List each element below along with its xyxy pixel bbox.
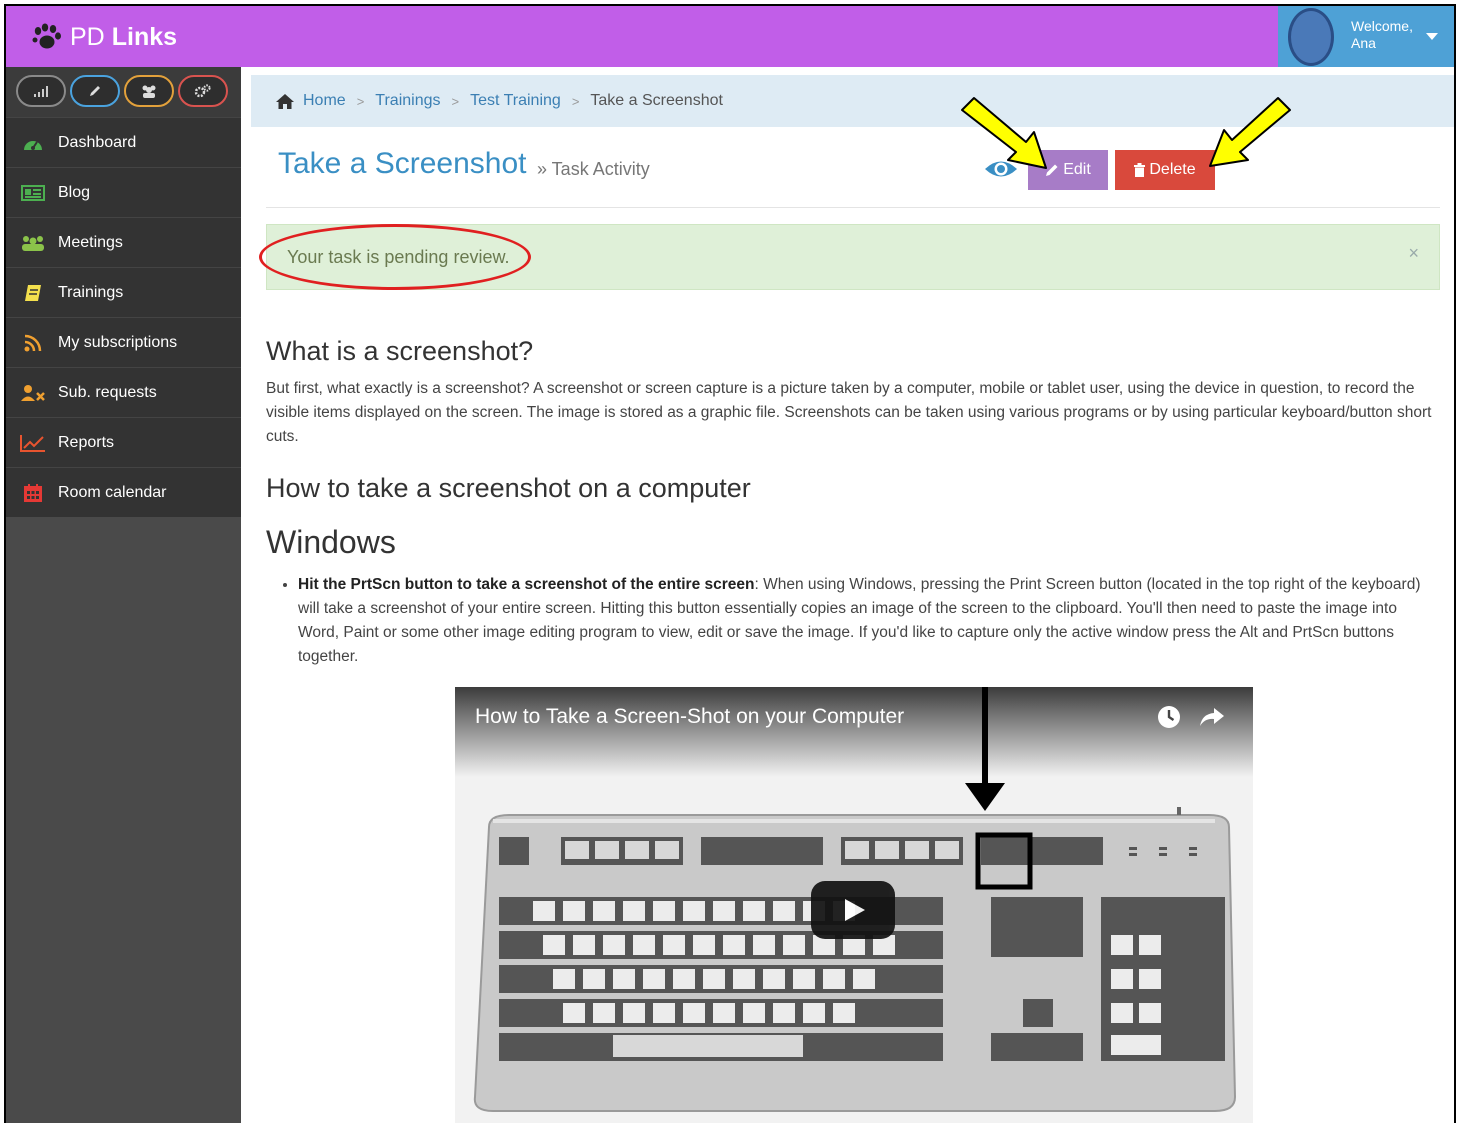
heading-how-to: How to take a screenshot on a computer [266, 473, 751, 503]
paw-icon [32, 23, 61, 49]
list-item-bold: Hit the PrtScn button to take a screensh… [298, 576, 755, 593]
sidebar-item-label: Meetings [58, 233, 123, 251]
edit-button-label: Edit [1063, 161, 1091, 178]
arrow-down-icon [965, 687, 1005, 811]
play-icon [845, 899, 865, 921]
shortcut-settings-button[interactable] [178, 75, 228, 107]
annotation-arrow-delete [1209, 97, 1291, 167]
video-title-overlay [455, 687, 1253, 777]
page-subtitle: » Task Activity [537, 159, 650, 179]
line-chart-icon [20, 433, 46, 453]
video-title[interactable]: How to Take a Screen-Shot on your Comput… [475, 705, 904, 729]
close-icon[interactable]: × [1408, 243, 1419, 264]
chevron-right-icon: > [356, 93, 365, 109]
welcome-text: Welcome, Ana [1351, 18, 1413, 52]
delete-button[interactable]: Delete [1115, 150, 1215, 190]
user-name: Ana [1351, 35, 1376, 51]
heading-windows: Windows [266, 524, 396, 560]
sidebar-item-meetings[interactable]: Meetings [6, 217, 241, 267]
video-player[interactable]: How to Take a Screen-Shot on your Comput… [455, 687, 1253, 1123]
shortcut-write-button[interactable] [70, 75, 120, 107]
sidebar-item-label: Room calendar [58, 483, 167, 501]
instruction-list: Hit the PrtScn button to take a screensh… [266, 573, 1441, 669]
sidebar: Dashboard Blog Meetings Trainings My sub… [6, 67, 241, 1123]
sidebar-item-sub-requests[interactable]: Sub. requests [6, 367, 241, 417]
shortcut-groups-button[interactable] [124, 75, 174, 107]
app-window: PD Links Welcome, Ana Dashboard Blog Mee… [4, 4, 1456, 1123]
sidebar-item-my-subscriptions[interactable]: My subscriptions [6, 317, 241, 367]
sidebar-item-label: Reports [58, 433, 115, 451]
breadcrumb-test-training[interactable]: Test Training [470, 92, 561, 110]
gears-icon [194, 84, 211, 98]
home-icon [276, 93, 294, 109]
delete-button-label: Delete [1149, 161, 1196, 178]
sidebar-item-label: Blog [58, 183, 91, 201]
header-divider [266, 207, 1440, 208]
paragraph-what-is-screenshot: But first, what exactly is a screenshot?… [266, 380, 1432, 445]
annotation-circle [259, 224, 531, 290]
top-navbar: PD Links Welcome, Ana [6, 6, 1454, 67]
share-icon[interactable] [1199, 707, 1225, 727]
brand-prefix: PD [70, 22, 105, 51]
brand-logo[interactable]: PD Links [32, 20, 177, 54]
play-button[interactable] [811, 881, 895, 939]
list-item: Hit the PrtScn button to take a screensh… [298, 573, 1441, 669]
sidebar-item-trainings[interactable]: Trainings [6, 267, 241, 317]
group-icon [142, 85, 156, 98]
sidebar-item-room-calendar[interactable]: Room calendar [6, 467, 241, 517]
group-icon [20, 233, 46, 253]
annotation-arrow-edit [961, 97, 1047, 169]
user-menu[interactable]: Welcome, Ana [1278, 6, 1454, 67]
heading-what-is-screenshot: What is a screenshot? [266, 336, 534, 366]
brand-name: Links [111, 22, 178, 51]
calendar-icon [20, 483, 46, 503]
shortcut-stats-button[interactable] [16, 75, 66, 107]
welcome-label: Welcome, [1351, 18, 1413, 34]
trash-icon [1134, 163, 1146, 177]
pencil-icon [90, 86, 100, 96]
caret-down-icon[interactable] [1426, 33, 1438, 40]
sidebar-item-label: Sub. requests [58, 383, 157, 401]
sidebar-item-reports[interactable]: Reports [6, 417, 241, 467]
signal-icon [34, 86, 48, 97]
chevron-right-icon: > [571, 93, 580, 109]
sidebar-shortcuts [6, 67, 241, 117]
avatar [1288, 8, 1334, 66]
breadcrumb-current: Take a Screenshot [590, 92, 723, 109]
clock-icon[interactable] [1157, 705, 1181, 729]
breadcrumb-trainings[interactable]: Trainings [375, 92, 440, 110]
sidebar-item-label: My subscriptions [58, 333, 178, 351]
sidebar-item-blog[interactable]: Blog [6, 167, 241, 217]
newspaper-icon [20, 183, 46, 203]
keyboard-image [473, 807, 1237, 1112]
user-times-icon [20, 383, 46, 403]
breadcrumb-home[interactable]: Home [303, 92, 346, 110]
book-icon [20, 283, 46, 303]
page-title: Take a Screenshot [278, 147, 527, 180]
dashboard-icon [20, 133, 46, 153]
rss-icon [20, 333, 46, 353]
task-content: What is a screenshot? But first, what ex… [266, 336, 1441, 669]
sidebar-menu: Dashboard Blog Meetings Trainings My sub… [6, 117, 241, 517]
sidebar-item-dashboard[interactable]: Dashboard [6, 117, 241, 167]
sidebar-item-label: Dashboard [58, 133, 137, 151]
sidebar-item-label: Trainings [58, 283, 124, 301]
chevron-right-icon: > [451, 93, 460, 109]
